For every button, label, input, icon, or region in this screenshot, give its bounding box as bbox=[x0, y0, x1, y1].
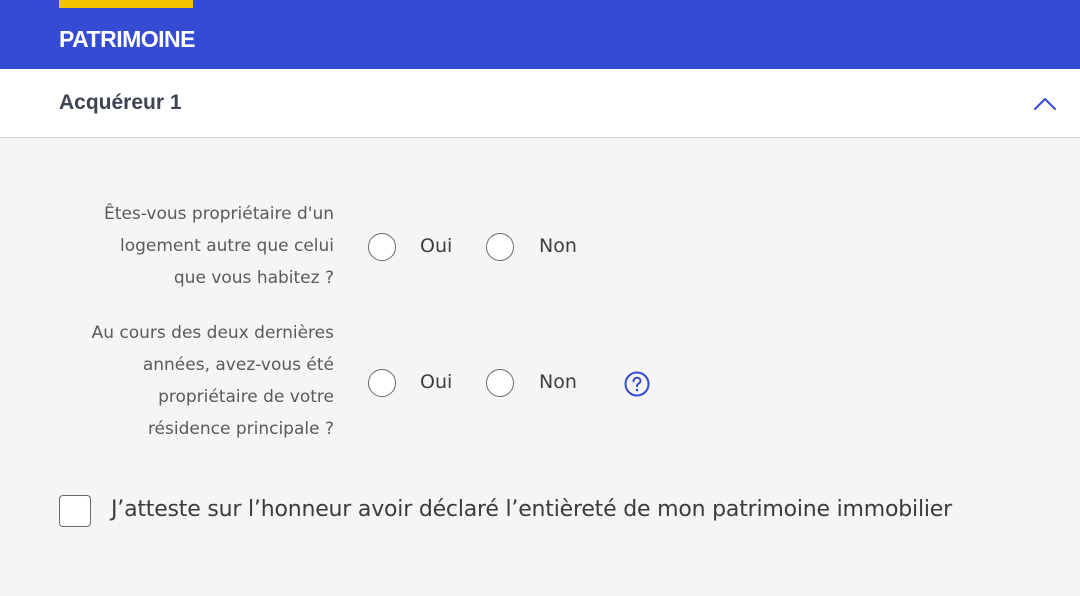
question-label-line: propriétaire de votre bbox=[158, 387, 334, 407]
attestation-checkbox[interactable] bbox=[59, 495, 91, 527]
question-label-line: logement autre que celui bbox=[119, 236, 334, 256]
header-accent-bar bbox=[59, 0, 193, 8]
radio-non[interactable] bbox=[486, 369, 514, 397]
section-acquereur-1-toggle[interactable]: Acquéreur 1 bbox=[0, 69, 1080, 138]
radio-oui[interactable] bbox=[368, 369, 396, 397]
question-label-line: Êtes-vous propriétaire d'un bbox=[104, 204, 334, 224]
page-header: PATRIMOINE bbox=[0, 0, 1080, 69]
question-circle-icon[interactable] bbox=[624, 371, 650, 397]
question-label-line: que vous habitez ? bbox=[173, 268, 334, 288]
page-title: PATRIMOINE bbox=[59, 26, 195, 52]
question-label-line: années, avez-vous été bbox=[142, 355, 334, 375]
question-label-line: résidence principale ? bbox=[147, 419, 334, 439]
question-label-line: Au cours des deux dernières bbox=[91, 323, 334, 343]
radio-label-oui[interactable]: Oui bbox=[420, 234, 452, 258]
section-title: Acquéreur 1 bbox=[59, 91, 182, 114]
radio-label-non[interactable]: Non bbox=[539, 234, 577, 258]
radio-oui[interactable] bbox=[368, 233, 396, 261]
radio-non[interactable] bbox=[486, 233, 514, 261]
radio-label-non[interactable]: Non bbox=[539, 370, 577, 394]
question-label: Au cours des deux dernières années, avez… bbox=[34, 317, 334, 445]
chevron-up-icon[interactable] bbox=[1033, 95, 1057, 111]
attestation-label[interactable]: J’atteste sur l’honneur avoir déclaré l’… bbox=[111, 496, 952, 524]
radio-label-oui[interactable]: Oui bbox=[420, 370, 452, 394]
question-label: Êtes-vous propriétaire d'un logement aut… bbox=[34, 198, 334, 294]
